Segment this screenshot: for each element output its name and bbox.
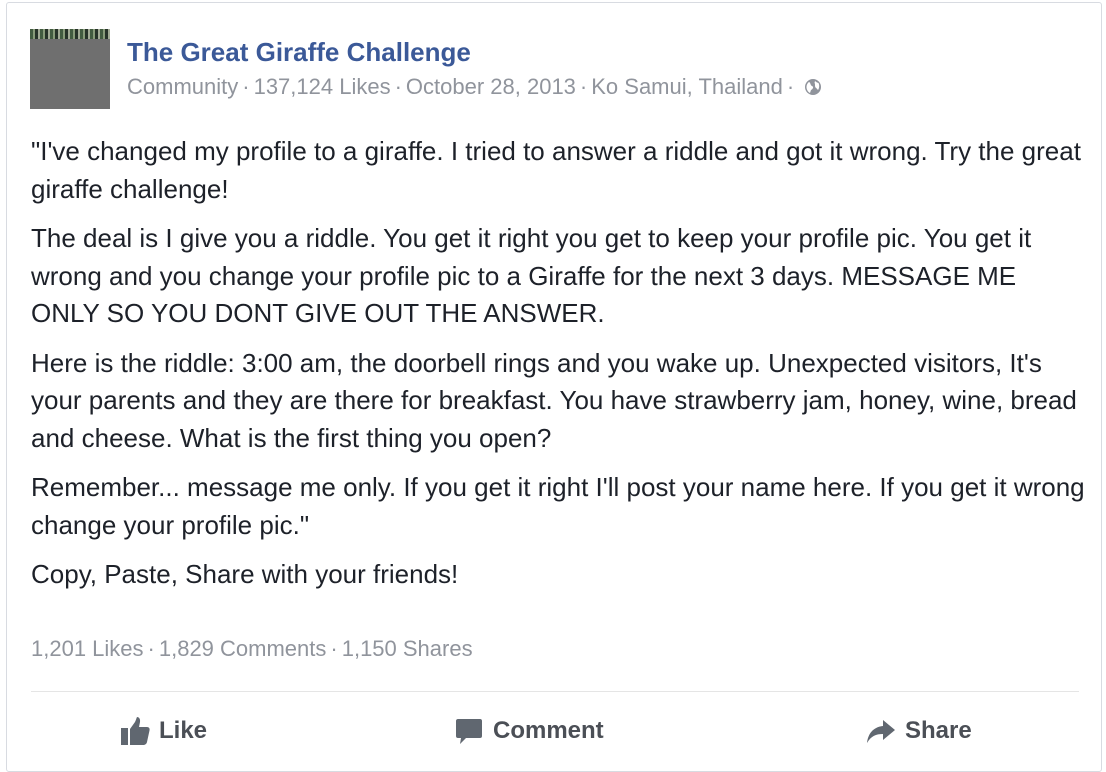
page-name-link[interactable]: The Great Giraffe Challenge (127, 37, 471, 67)
comment-button[interactable]: Comment (453, 703, 604, 759)
speech-bubble-icon (453, 715, 485, 747)
post-stats: 1,201 Likes · 1,829 Comments · 1,150 Shares (31, 634, 473, 664)
post-paragraph: Here is the riddle: 3:00 am, the doorbel… (31, 347, 1077, 453)
stats-separator: · (147, 636, 155, 661)
post-meta: Community · 137,124 Likes · October 28, 2013… (127, 73, 822, 103)
stats-separator: · (330, 636, 338, 661)
page-category: Community (127, 74, 239, 99)
meta-separator: · (579, 74, 588, 99)
post-paragraph: Remember... message me only. If you get … (31, 472, 1085, 540)
thumbs-up-icon (119, 715, 151, 747)
likes-count[interactable]: 1,201 Likes (31, 636, 144, 661)
post-actions: Like Comment Share (7, 703, 1103, 759)
post-body: "I've changed my profile to a giraffe. I… (31, 133, 1086, 606)
avatar-image-strip (30, 29, 110, 39)
post-paragraph: Copy, Paste, Share with your friends! (31, 559, 459, 589)
actions-divider (31, 691, 1079, 692)
page-likes-count[interactable]: 137,124 Likes (254, 74, 391, 99)
share-label: Share (905, 717, 972, 744)
share-arrow-icon (865, 715, 897, 747)
globe-icon[interactable] (804, 75, 822, 103)
meta-separator: · (242, 74, 250, 99)
page-avatar[interactable] (30, 29, 110, 109)
like-button[interactable]: Like (119, 703, 207, 759)
like-label: Like (159, 717, 208, 744)
comment-label: Comment (493, 717, 604, 744)
meta-separator: · (786, 74, 795, 99)
comments-count[interactable]: 1,829 Comments (159, 636, 327, 661)
shares-count[interactable]: 1,150 Shares (342, 636, 473, 661)
meta-separator: · (394, 74, 402, 99)
post-card: The Great Giraffe Challenge Community · 13… (6, 2, 1102, 772)
post-paragraph: The deal is I give you a riddle. You get… (31, 223, 1032, 328)
share-button[interactable]: Share (865, 703, 972, 759)
post-paragraph: "I've changed my profile to a giraffe. I… (31, 136, 1081, 204)
post-location[interactable]: Ko Samui, Thailand (591, 74, 783, 99)
post-date[interactable]: October 28, 2013 (406, 74, 576, 99)
